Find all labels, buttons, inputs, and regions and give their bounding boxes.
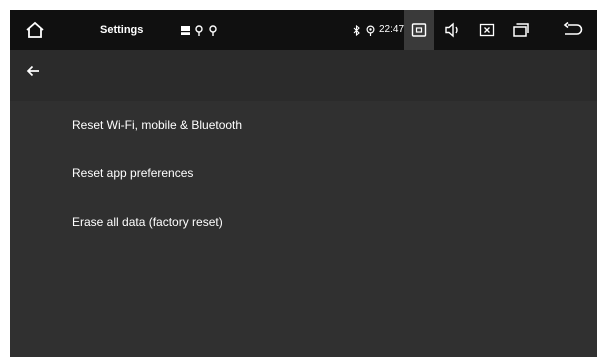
gps-icon: [364, 10, 376, 50]
location-icon: [207, 10, 219, 50]
screenshot-button[interactable]: [404, 10, 434, 50]
reset-wifi-label: Reset Wi-Fi, mobile & Bluetooth: [72, 118, 243, 132]
bluetooth-icon: [350, 10, 362, 50]
toolbar: [10, 50, 597, 101]
back-button[interactable]: [20, 58, 46, 84]
status-bar: Settings 22:47: [10, 10, 597, 50]
home-button[interactable]: [18, 10, 52, 50]
app-title: Settings: [100, 24, 144, 36]
back-arrow-icon: [26, 65, 39, 77]
back-nav-button[interactable]: [558, 10, 588, 50]
volume-icon: [445, 22, 458, 38]
reset-app-preferences-label: Reset app preferences: [72, 166, 194, 180]
reset-app-preferences-item[interactable]: Reset app preferences: [10, 149, 597, 197]
factory-reset-label: Erase all data (factory reset): [72, 215, 223, 229]
volume-button[interactable]: [438, 10, 468, 50]
notification-icon: [178, 10, 192, 50]
screenshot-icon: [411, 23, 427, 37]
close-app-icon: [479, 23, 495, 37]
recent-apps-button[interactable]: [506, 10, 536, 50]
factory-reset-item[interactable]: Erase all data (factory reset): [10, 198, 597, 246]
recent-apps-icon: [513, 23, 529, 37]
back-nav-icon: [563, 22, 583, 35]
home-icon: [26, 21, 44, 38]
close-app-button[interactable]: [472, 10, 502, 50]
clock: 22:47: [379, 24, 405, 35]
reset-wifi-item[interactable]: Reset Wi-Fi, mobile & Bluetooth: [10, 101, 597, 149]
android-screen: Settings 22:47 Reset Wi-Fi, mobile & Blu…: [10, 10, 597, 357]
location-icon: [193, 10, 205, 50]
